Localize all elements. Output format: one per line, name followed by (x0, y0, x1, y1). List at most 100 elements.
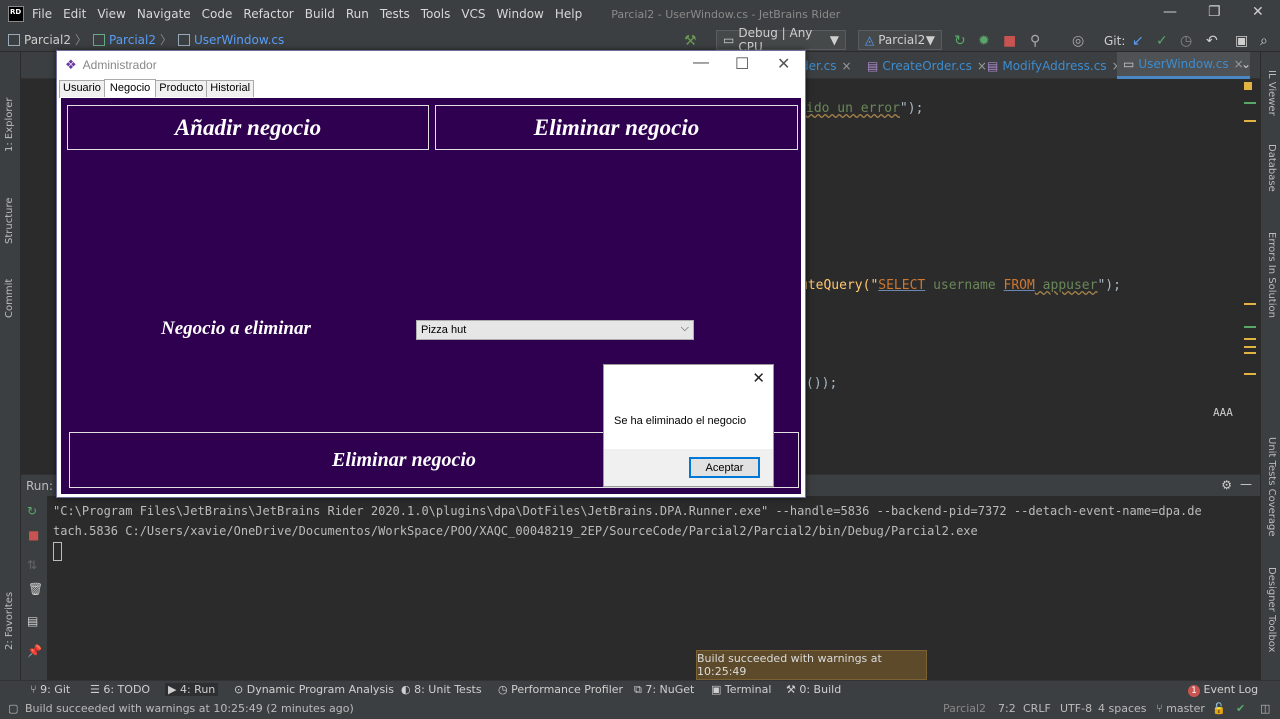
errors-tool-tab[interactable]: Errors In Solution (1266, 232, 1277, 318)
tab-create-order[interactable]: ▤ CreateOrder.cs × (867, 52, 987, 79)
git-history-icon[interactable]: ◷ (1180, 33, 1192, 49)
reader-mode-icon[interactable]: AAA (1213, 406, 1233, 419)
profiler-tool-button[interactable]: ◷ Performance Profiler (498, 683, 623, 696)
stripe-mark[interactable] (1244, 120, 1256, 122)
lock-icon[interactable]: 🔓 (1212, 702, 1226, 715)
terminal-tool-button[interactable]: ▣ Terminal (711, 683, 771, 696)
unit-tests-tool-button[interactable]: ◐ 8: Unit Tests (401, 683, 482, 696)
run-config-combo[interactable]: ◬ Parcial2 ▼ (858, 30, 942, 50)
status-message[interactable]: Build succeeded with warnings at 10:25:4… (25, 702, 354, 715)
tab-order[interactable]: der.cs × (801, 52, 852, 79)
favorites-tool-tab[interactable]: 2: Favorites (4, 592, 15, 650)
il-viewer-tool-tab[interactable]: IL Viewer (1266, 70, 1277, 116)
rerun-icon[interactable]: ↻ (954, 33, 966, 49)
run-console[interactable]: "C:\Program Files\JetBrains\JetBrains Ri… (47, 496, 1260, 680)
menu-vcs[interactable]: VCS (461, 7, 485, 21)
minimize-icon[interactable]: — (1163, 4, 1177, 20)
configuration-combo[interactable]: ▭ Debug | Any CPU ▼ (716, 26, 846, 54)
dpa-tool-button[interactable]: ⊙ Dynamic Program Analysis (234, 683, 394, 696)
git-rollback-icon[interactable]: ↶ (1206, 33, 1218, 49)
close-icon[interactable]: ✕ (752, 369, 765, 387)
rerun-icon[interactable]: ↻ (27, 504, 37, 518)
stripe-mark[interactable] (1244, 352, 1256, 354)
error-stripe[interactable] (1240, 80, 1260, 448)
nuget-tool-button[interactable]: ⧉ 7: NuGet (634, 683, 694, 697)
trash-icon[interactable]: 🗑 (28, 582, 43, 596)
event-log-button[interactable]: 1 Event Log (1188, 683, 1258, 697)
git-commit-icon[interactable]: ✓ (1156, 33, 1168, 49)
menu-refactor[interactable]: Refactor (243, 7, 293, 21)
stop-icon[interactable]: ■ (28, 528, 39, 542)
close-icon[interactable]: ✕ (1252, 4, 1264, 20)
build-tool-button[interactable]: ⚒ 0: Build (786, 683, 841, 696)
file-encoding[interactable]: UTF-8 (1060, 702, 1092, 715)
breadcrumb-file[interactable]: UserWindow.cs (178, 33, 284, 47)
stripe-mark[interactable] (1244, 346, 1256, 348)
restore-icon[interactable]: ❐ (1208, 4, 1221, 20)
minimize-icon[interactable]: — (693, 54, 709, 72)
close-icon[interactable]: × (842, 59, 852, 73)
build-hammer-icon[interactable]: ⚒ (684, 33, 697, 49)
maximize-icon[interactable]: ☐ (735, 54, 749, 74)
settings-gear-icon[interactable]: ⚙ (1221, 478, 1232, 492)
breadcrumb-project[interactable]: Parcial2 〉 (93, 31, 172, 48)
tab-user-window[interactable]: ▭ UserWindow.cs × (1117, 52, 1250, 79)
menu-build[interactable]: Build (305, 7, 335, 21)
stop-icon[interactable]: ■ (1003, 33, 1016, 49)
tab-negocio[interactable]: Negocio (103, 79, 157, 99)
menu-file[interactable]: File (32, 7, 52, 21)
hide-panel-icon[interactable]: — (1240, 477, 1252, 491)
debug-icon[interactable]: ✹ (978, 33, 990, 49)
breadcrumb-solution[interactable]: Parcial2 〉 (8, 31, 87, 48)
add-business-button[interactable]: Añadir negocio (67, 105, 429, 150)
menu-view[interactable]: View (97, 7, 125, 21)
coverage-icon[interactable]: ◎ (1072, 33, 1084, 49)
line-separator[interactable]: CRLF (1023, 702, 1051, 715)
designer-toolbox-tool-tab[interactable]: Designer Toolbox (1266, 567, 1277, 652)
menu-navigate[interactable]: Navigate (137, 7, 191, 21)
run-tool-button[interactable]: ▶ 4: Run (165, 683, 219, 696)
stripe-mark[interactable] (1244, 338, 1256, 340)
close-icon[interactable]: ✕ (777, 54, 790, 74)
menu-edit[interactable]: Edit (63, 7, 86, 21)
tab-modify-address[interactable]: ▤ModifyAddress.cs× (987, 52, 1122, 79)
warning-indicator[interactable] (1244, 82, 1252, 90)
stripe-mark[interactable] (1244, 102, 1256, 104)
pin-icon[interactable]: 📌 (27, 644, 42, 658)
layout-icon[interactable]: ▤ (27, 614, 38, 628)
stripe-mark[interactable] (1244, 373, 1256, 375)
delete-business-mode-button[interactable]: Eliminar negocio (435, 105, 798, 150)
tab-producto[interactable]: Producto (155, 80, 208, 98)
tab-historial[interactable]: Historial (206, 80, 255, 98)
status-project[interactable]: Parcial2 (943, 702, 986, 715)
panel-toggle-icon[interactable]: ▢ (8, 702, 18, 715)
tab-usuario[interactable]: Usuario (59, 80, 105, 98)
indent-setting[interactable]: 4 spaces (1098, 702, 1147, 715)
menu-run[interactable]: Run (346, 7, 369, 21)
structure-tool-tab[interactable]: Structure (4, 197, 15, 244)
unit-tests-tool-tab[interactable]: Unit Tests Coverage (1266, 437, 1277, 537)
window-titlebar[interactable]: ❖ Administrador — ☐ ✕ (57, 51, 805, 78)
chevron-down-icon[interactable]: ⌵ (681, 322, 689, 335)
business-select[interactable]: Pizza hut ⌵ (416, 320, 694, 340)
profiler-icon[interactable]: ⚲ (1030, 33, 1040, 49)
menu-tools[interactable]: Tools (421, 7, 451, 21)
git-update-icon[interactable]: ↙ (1132, 33, 1144, 49)
git-branch[interactable]: ⑂ master (1156, 702, 1205, 715)
explorer-tool-tab[interactable]: 1: Explorer (4, 97, 15, 152)
inspection-ok-icon[interactable]: ✔ (1236, 702, 1245, 715)
commit-tool-tab[interactable]: Commit (4, 279, 15, 318)
search-icon[interactable]: ⌕ (1260, 33, 1268, 49)
layout-icon[interactable]: ▣ (1235, 33, 1248, 49)
memory-indicator-icon[interactable]: ◫ (1260, 702, 1270, 715)
menu-code[interactable]: Code (202, 7, 233, 21)
menu-tests[interactable]: Tests (380, 7, 410, 21)
git-tool-button[interactable]: ⑂ 9: Git (30, 683, 70, 696)
stripe-mark[interactable] (1244, 303, 1256, 305)
menu-window[interactable]: Window (497, 7, 544, 21)
menu-help[interactable]: Help (555, 7, 582, 21)
close-icon[interactable]: × (977, 59, 987, 73)
sort-icon[interactable]: ⇅ (27, 558, 37, 572)
stripe-mark[interactable] (1244, 326, 1256, 328)
tabs-overflow-icon[interactable]: ⌄ (1241, 57, 1251, 71)
